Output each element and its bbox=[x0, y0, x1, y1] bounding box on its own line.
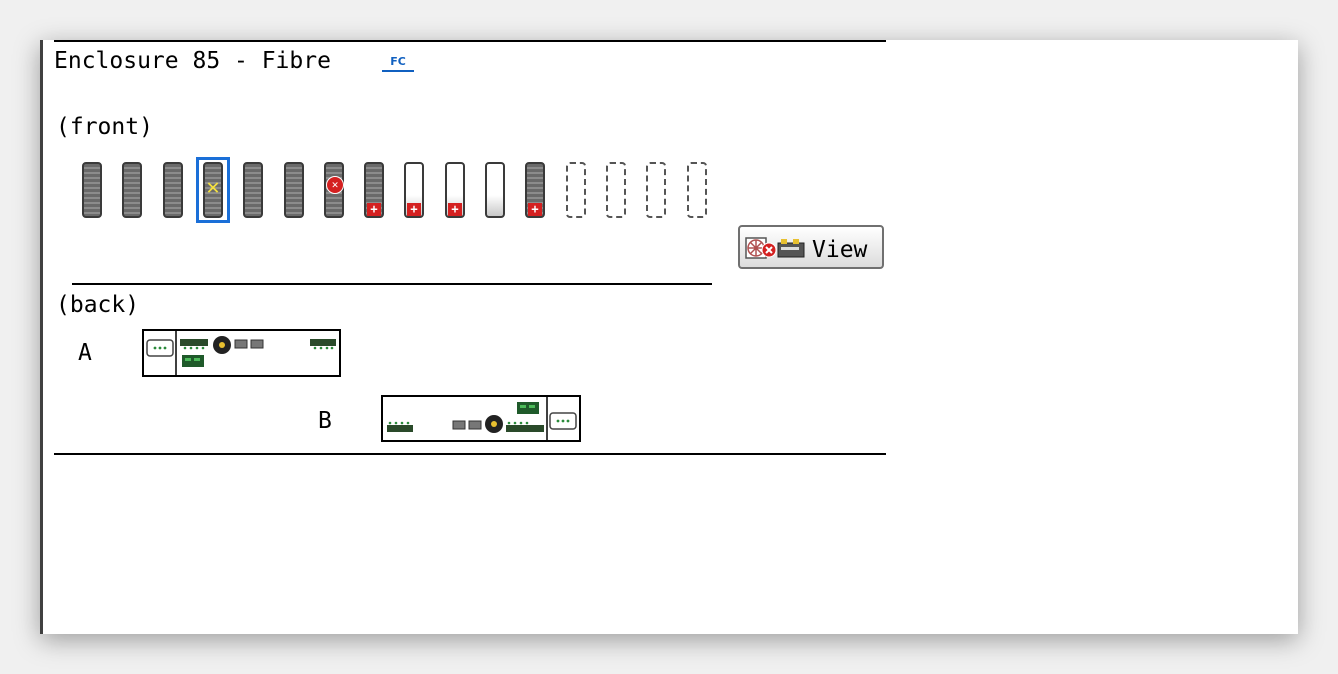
drive-bay[interactable]: + bbox=[525, 162, 545, 218]
left-border bbox=[40, 40, 43, 634]
drive-bay[interactable]: + bbox=[404, 162, 424, 218]
hot-spare-icon: + bbox=[367, 203, 381, 216]
fibre-channel-icon: FC bbox=[382, 54, 414, 72]
controller-module-a[interactable] bbox=[142, 329, 341, 377]
enclosure-window: Enclosure 85 - Fibre FC (front) ✕ ✕ + + + + V… bbox=[40, 40, 1298, 634]
front-back-divider bbox=[72, 283, 712, 285]
ethernet-port-icon bbox=[234, 339, 248, 349]
empty-drive-bay[interactable] bbox=[687, 162, 707, 218]
port-group-icon bbox=[387, 425, 413, 432]
selected-slot-frame bbox=[196, 157, 230, 223]
drive-bay[interactable] bbox=[284, 162, 304, 218]
ethernet-port-icon-2 bbox=[250, 339, 264, 349]
port-group-icon-2 bbox=[506, 425, 544, 432]
drive-bay[interactable] bbox=[243, 162, 263, 218]
port-group-icon bbox=[180, 339, 208, 346]
ethernet-port-icon-2 bbox=[468, 420, 482, 430]
drive-bay[interactable]: ✕ bbox=[324, 162, 344, 218]
view-button-label: View bbox=[812, 237, 868, 263]
drive-bay[interactable] bbox=[163, 162, 183, 218]
back-label: (back) bbox=[56, 292, 140, 318]
drive-bay[interactable] bbox=[122, 162, 142, 218]
bottom-divider bbox=[54, 453, 886, 455]
controller-module-b[interactable] bbox=[381, 395, 581, 442]
error-icon: ✕ bbox=[326, 176, 344, 194]
hot-spare-icon: + bbox=[448, 203, 462, 216]
drive-bay[interactable]: + bbox=[445, 162, 465, 218]
enclosure-title: Enclosure 85 - Fibre bbox=[54, 48, 331, 74]
fan-error-icon bbox=[745, 237, 805, 259]
module-b-label: B bbox=[318, 408, 332, 434]
empty-drive-bay[interactable] bbox=[566, 162, 586, 218]
drive-bay[interactable] bbox=[485, 162, 505, 218]
view-button[interactable]: View bbox=[738, 225, 884, 269]
drive-bay[interactable] bbox=[82, 162, 102, 218]
ethernet-port-icon bbox=[452, 420, 466, 430]
port-group-icon-2 bbox=[310, 339, 336, 346]
empty-drive-bay[interactable] bbox=[646, 162, 666, 218]
top-divider bbox=[54, 40, 886, 42]
hot-spare-icon: + bbox=[407, 203, 421, 216]
front-label: (front) bbox=[56, 114, 153, 140]
hot-spare-icon: + bbox=[528, 203, 542, 216]
empty-drive-bay[interactable] bbox=[606, 162, 626, 218]
module-a-label: A bbox=[78, 340, 92, 366]
drive-bay[interactable]: + bbox=[364, 162, 384, 218]
